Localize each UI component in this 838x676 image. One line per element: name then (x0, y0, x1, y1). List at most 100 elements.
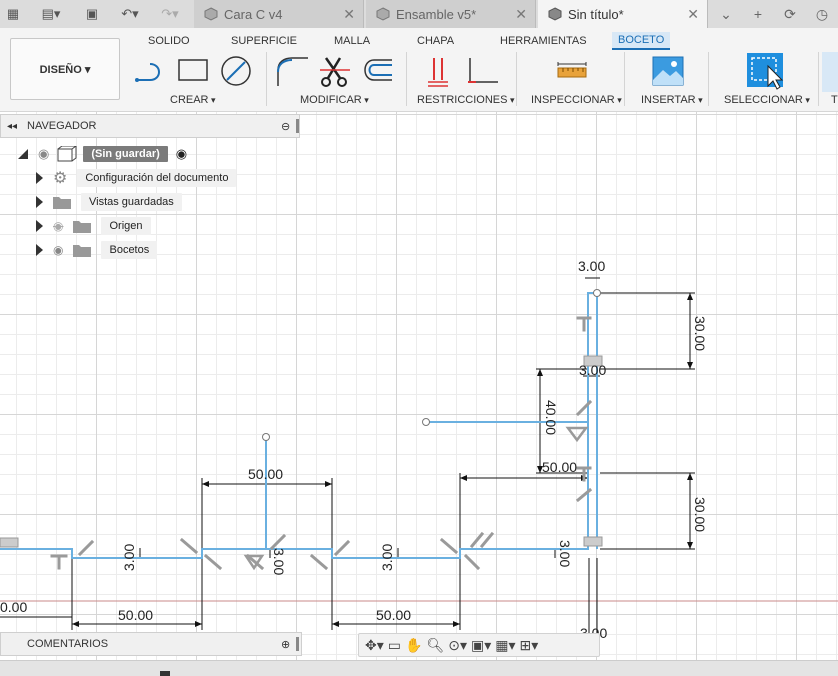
expand-triangle-icon[interactable] (18, 149, 28, 159)
clock-icon[interactable]: ◷ (810, 4, 834, 24)
dim-v3[interactable]: 3.00 (379, 544, 395, 571)
dim-v2[interactable]: 3.00 (271, 548, 287, 575)
root-label: (Sin guardar) (83, 146, 168, 162)
orbit-icon[interactable]: ✥▾ (365, 637, 384, 654)
finish-sketch-button[interactable] (822, 52, 838, 92)
tab-sin-titulo[interactable]: Sin título* ✕ (538, 0, 708, 28)
separator (266, 52, 267, 106)
group-insertar[interactable]: INSERTAR (641, 94, 703, 106)
dim-center-top[interactable]: 50.00 (248, 466, 283, 482)
fit-icon[interactable]: ⊙▾ (448, 637, 467, 654)
tree-item-label: Configuración del documento (77, 169, 237, 187)
horizontal-constraint-icon[interactable] (464, 54, 500, 88)
group-seleccionar[interactable]: SELECCIONAR (724, 94, 810, 106)
tab-solido[interactable]: SOLIDO (142, 32, 196, 50)
component-icon (376, 7, 390, 21)
display-settings-icon[interactable]: ▣▾ (471, 637, 491, 654)
tab-cara-c[interactable]: Cara C v4 ✕ (194, 0, 364, 28)
dim-v1[interactable]: 3.00 (121, 544, 137, 571)
activate-radio-icon[interactable]: ◉ (176, 146, 187, 162)
dim-far-left[interactable]: 0.00 (0, 599, 27, 615)
file-menu-icon[interactable]: ▤▾ (36, 4, 66, 24)
separator (624, 52, 625, 106)
timeline-bar (0, 660, 838, 676)
close-icon[interactable]: ✕ (343, 6, 355, 23)
zoom-icon[interactable]: 🔍︎ (426, 637, 444, 654)
select-icon[interactable] (746, 52, 786, 90)
component-icon (548, 7, 562, 21)
tree-item-vistas[interactable]: Vistas guardadas (36, 192, 182, 212)
tree-item-origen[interactable]: ◉ Origen (36, 216, 151, 236)
expand-triangle-icon[interactable] (36, 172, 43, 184)
circle-tool-icon[interactable] (218, 54, 254, 88)
minus-icon[interactable]: ⊖ (281, 120, 290, 133)
viewports-icon[interactable]: ⊞▾ (520, 637, 539, 654)
rectangle-tool-icon[interactable] (176, 56, 210, 86)
tab-chapa[interactable]: CHAPA (411, 32, 460, 50)
separator (708, 52, 709, 106)
tab-label: Ensamble v5* (396, 6, 477, 22)
dim-bottom-right[interactable]: 50.00 (376, 607, 411, 623)
folder-icon (73, 221, 92, 233)
eye-icon[interactable]: ◉ (53, 243, 63, 257)
expand-triangle-icon[interactable] (36, 196, 43, 208)
look-at-icon[interactable]: ▭ (388, 637, 401, 654)
ribbon: SOLIDO SUPERFICIE MALLA CHAPA HERRAMIENT… (0, 28, 838, 112)
timeline-marker[interactable] (160, 671, 170, 676)
coincident-constraint-icon[interactable] (424, 54, 454, 88)
comments-panel[interactable]: COMENTARIOS ⊕ (0, 632, 302, 656)
group-modificar[interactable]: MODIFICAR (300, 94, 369, 106)
tab-label: Cara C v4 (224, 6, 283, 22)
dim-top-width[interactable]: 3.00 (578, 258, 605, 274)
dim-right-lower[interactable]: 30.00 (692, 497, 708, 532)
panel-resize-handle[interactable] (296, 119, 299, 133)
eye-icon[interactable]: ◉ (38, 146, 49, 162)
tab-boceto[interactable]: BOCETO (612, 32, 671, 50)
panel-resize-handle[interactable] (296, 637, 299, 651)
line-tool-icon[interactable] (134, 56, 168, 86)
collapse-panel-icon[interactable]: ◂◂ (7, 121, 17, 132)
offset-tool-icon[interactable] (358, 56, 394, 86)
dim-bottom-left[interactable]: 50.00 (118, 607, 153, 623)
tree-item-configuracion[interactable]: ⚙ Configuración del documento (36, 168, 237, 188)
refresh-icon[interactable]: ⟳ (778, 4, 802, 24)
app-grid-icon[interactable]: ▦ (2, 4, 24, 24)
tab-superficie[interactable]: SUPERFICIE (225, 32, 303, 50)
chevron-down-icon[interactable]: ⌄ (714, 4, 738, 24)
measure-ruler-icon[interactable] (556, 60, 588, 80)
close-icon[interactable]: ✕ (687, 6, 699, 23)
tab-herramientas[interactable]: HERRAMIENTAS (494, 32, 593, 50)
add-comment-icon[interactable]: ⊕ (281, 638, 290, 651)
eye-hidden-icon[interactable]: ◉ (53, 219, 63, 233)
grid-settings-icon[interactable]: ▦▾ (495, 637, 515, 654)
browser-panel-header: ◂◂ NAVEGADOR ⊖ (0, 114, 300, 138)
redo-icon[interactable]: ↷▾ (154, 4, 186, 24)
workspace-dropdown[interactable]: DISEÑO ▾ (10, 38, 120, 100)
pan-hand-icon[interactable]: ✋ (405, 637, 422, 654)
group-inspeccionar[interactable]: INSPECCIONAR (531, 94, 622, 106)
tab-ensamble[interactable]: Ensamble v5* ✕ (366, 0, 536, 28)
insert-image-icon[interactable] (652, 56, 684, 86)
dim-v4[interactable]: 3.00 (557, 540, 573, 567)
save-icon[interactable]: ▣ (82, 4, 102, 24)
dim-mid-width[interactable]: 3.00 (579, 362, 606, 378)
component-icon (57, 146, 78, 162)
new-tab-icon[interactable]: + (746, 4, 770, 24)
group-restricciones[interactable]: RESTRICCIONES (417, 94, 515, 106)
close-icon[interactable]: ✕ (515, 6, 527, 23)
tab-malla[interactable]: MALLA (328, 32, 376, 50)
tree-item-label: Origen (101, 217, 151, 235)
expand-triangle-icon[interactable] (36, 244, 43, 256)
group-terminar[interactable]: T (831, 94, 838, 106)
dim-right-upper[interactable]: 30.00 (692, 316, 708, 351)
tree-item-bocetos[interactable]: ◉ Bocetos (36, 240, 158, 260)
trim-scissors-icon[interactable] (318, 54, 352, 88)
dim-horiz-mid[interactable]: 50.00 (542, 459, 577, 475)
group-crear[interactable]: CREAR (170, 94, 216, 106)
undo-icon[interactable]: ↶▾ (114, 4, 146, 24)
dim-left-height[interactable]: 40.00 (543, 400, 559, 435)
browser-root-row[interactable]: ◉ (Sin guardar) ◉ (18, 144, 187, 164)
expand-triangle-icon[interactable] (36, 220, 43, 232)
fillet-tool-icon[interactable] (274, 54, 310, 88)
folder-icon (53, 197, 71, 209)
